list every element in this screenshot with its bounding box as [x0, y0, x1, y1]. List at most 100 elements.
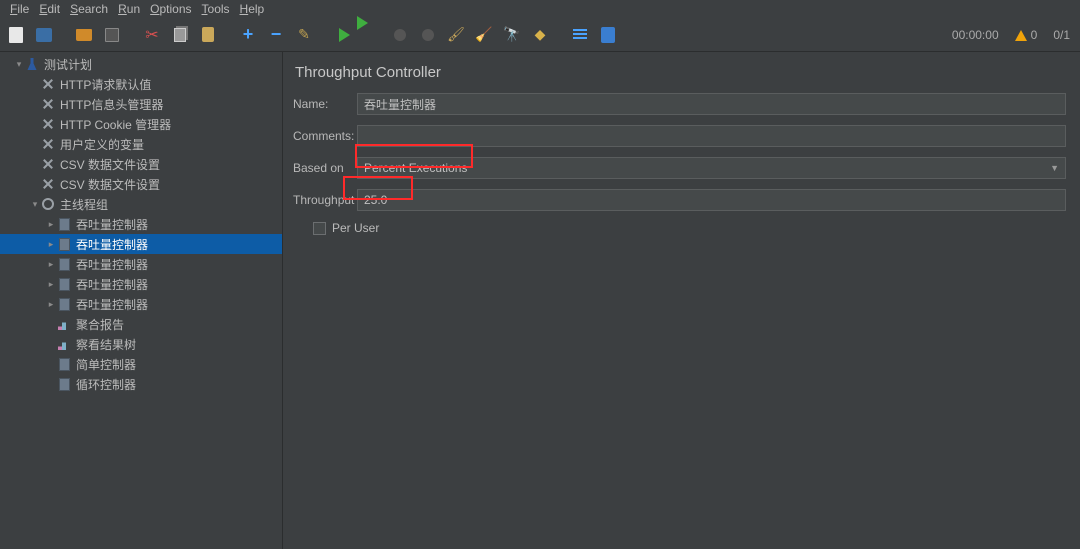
help-button[interactable] [596, 23, 620, 47]
tree-node-throughput-5[interactable]: ▸ 吞吐量控制器 [0, 294, 282, 314]
tree-node-throughput-4[interactable]: ▸ 吞吐量控制器 [0, 274, 282, 294]
chevron-down-icon[interactable]: ▾ [14, 59, 24, 70]
peruser-label: Per User [332, 221, 379, 235]
tree-label: 吞吐量控制器 [72, 216, 148, 233]
flask-icon [27, 58, 37, 70]
config-icon [42, 78, 54, 90]
tree-node-loop-controller[interactable]: 循环控制器 [0, 374, 282, 394]
save-button[interactable] [100, 23, 124, 47]
open-button[interactable] [72, 23, 96, 47]
menu-tools[interactable]: Tools [198, 2, 234, 16]
scissors-icon: ✂ [145, 25, 158, 45]
toggle-button[interactable]: ✎ [292, 23, 316, 47]
menu-run[interactable]: Run [114, 2, 144, 16]
controller-icon [59, 358, 70, 371]
chevron-right-icon[interactable]: ▸ [46, 299, 56, 310]
menu-edit[interactable]: Edit [35, 2, 64, 16]
collapse-button[interactable]: − [264, 23, 288, 47]
tree-node-aggregate-report[interactable]: 聚合报告 [0, 314, 282, 334]
tree-label: 吞吐量控制器 [72, 256, 148, 273]
tree-label: 吞吐量控制器 [72, 236, 148, 253]
expand-button[interactable]: + [236, 23, 260, 47]
gear-icon [42, 198, 54, 210]
name-label: Name: [293, 97, 357, 111]
clear-all-button[interactable]: 🧹 [472, 23, 496, 47]
comments-label: Comments: [293, 129, 357, 143]
test-plan-tree[interactable]: ▾ 测试计划 HTTP请求默认值 HTTP信息头管理器 HTTP Cookie … [0, 52, 283, 549]
controller-icon [59, 378, 70, 391]
tree-label: 聚合报告 [72, 316, 124, 333]
elapsed-time: 00:00:00 [946, 28, 1005, 42]
chevron-down-icon[interactable]: ▾ [30, 199, 40, 210]
search-button[interactable]: 🔭 [500, 23, 524, 47]
tree-label: CSV 数据文件设置 [56, 156, 160, 173]
menu-search[interactable]: Search [66, 2, 112, 16]
tree-label: 吞吐量控制器 [72, 276, 148, 293]
template-icon [36, 28, 52, 42]
clear-button[interactable]: 🖌 [444, 23, 468, 47]
tree-node-csv-1[interactable]: CSV 数据文件设置 [0, 154, 282, 174]
list-icon [573, 29, 587, 41]
tree-node-throughput-1[interactable]: ▸ 吞吐量控制器 [0, 214, 282, 234]
function-helper-button[interactable] [568, 23, 592, 47]
chart-icon [58, 319, 70, 330]
warn-indicator[interactable]: 0 [1009, 28, 1044, 42]
folder-icon [76, 29, 92, 41]
tree-node-header-manager[interactable]: HTTP信息头管理器 [0, 94, 282, 114]
panel-title: Throughput Controller [295, 64, 1066, 81]
chevron-right-icon[interactable]: ▸ [46, 219, 56, 230]
stop-button[interactable] [388, 23, 412, 47]
name-input[interactable]: 吞吐量控制器 [357, 93, 1066, 115]
stop-icon [394, 29, 406, 41]
clipboard-icon [202, 27, 214, 42]
cut-button[interactable]: ✂ [140, 23, 164, 47]
properties-panel: Throughput Controller Name: 吞吐量控制器 Comme… [283, 52, 1080, 549]
config-icon [42, 178, 54, 190]
tree-label: HTTP请求默认值 [56, 76, 151, 93]
tree-node-throughput-2-selected[interactable]: ▸ 吞吐量控制器 [0, 234, 282, 254]
wand-icon: ✎ [298, 26, 310, 43]
tree-node-thread-group[interactable]: ▾ 主线程组 [0, 194, 282, 214]
chevron-down-icon: ▼ [1050, 163, 1059, 173]
file-icon [9, 27, 23, 43]
tree-node-user-vars[interactable]: 用户定义的变量 [0, 134, 282, 154]
basedon-select[interactable]: Percent Executions ▼ [357, 157, 1066, 179]
peruser-checkbox[interactable] [313, 222, 326, 235]
broom-all-icon: 🧹 [475, 26, 492, 43]
broom-icon: 🖌 [447, 26, 465, 43]
tree-label: 循环控制器 [72, 376, 136, 393]
tree-node-csv-2[interactable]: CSV 数据文件设置 [0, 174, 282, 194]
reset-search-button[interactable]: ◆ [528, 23, 552, 47]
config-icon [42, 138, 54, 150]
chevron-right-icon[interactable]: ▸ [46, 239, 56, 250]
config-icon [42, 118, 54, 130]
chevron-right-icon[interactable]: ▸ [46, 279, 56, 290]
eraser-icon: ◆ [535, 26, 546, 43]
play-icon [339, 28, 350, 42]
templates-button[interactable] [32, 23, 56, 47]
throughput-input[interactable]: 25.0 [357, 189, 1066, 211]
tree-node-http-defaults[interactable]: HTTP请求默认值 [0, 74, 282, 94]
tree-root[interactable]: ▾ 测试计划 [0, 54, 282, 74]
chevron-right-icon[interactable]: ▸ [46, 259, 56, 270]
comments-input[interactable] [357, 125, 1066, 147]
new-button[interactable] [4, 23, 28, 47]
basedon-label: Based on [293, 161, 357, 175]
tree-node-results-tree[interactable]: 察看结果树 [0, 334, 282, 354]
menu-file[interactable]: File [6, 2, 33, 16]
tree-node-cookie-manager[interactable]: HTTP Cookie 管理器 [0, 114, 282, 134]
start-button[interactable] [332, 23, 356, 47]
paste-button[interactable] [196, 23, 220, 47]
copy-button[interactable] [168, 23, 192, 47]
plus-icon: + [243, 24, 254, 45]
config-icon [42, 98, 54, 110]
tree-node-throughput-3[interactable]: ▸ 吞吐量控制器 [0, 254, 282, 274]
menu-help[interactable]: Help [236, 2, 269, 16]
toolbar: ✂ + − ✎ 🖌 🧹 🔭 ◆ 00:00:00 0 0/1 [0, 18, 1080, 52]
tree-label: HTTP信息头管理器 [56, 96, 163, 113]
menu-options[interactable]: Options [146, 2, 195, 16]
shutdown-button[interactable] [416, 23, 440, 47]
start-no-pause-button[interactable] [360, 23, 384, 47]
controller-icon [59, 218, 70, 231]
tree-node-simple-controller[interactable]: 简单控制器 [0, 354, 282, 374]
